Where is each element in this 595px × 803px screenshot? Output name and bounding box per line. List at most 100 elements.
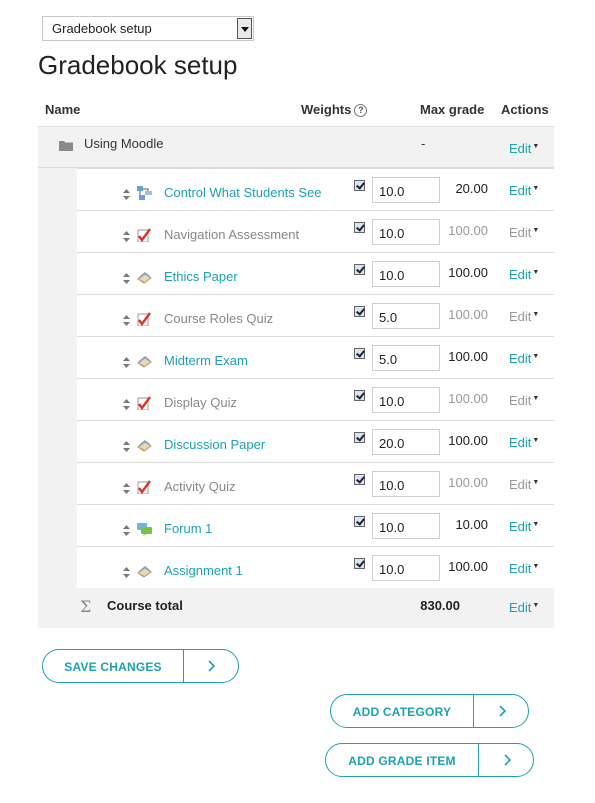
move-icon[interactable] (122, 441, 131, 452)
table-row: Display Quiz 10.0 100.00 Edit▼ (38, 378, 554, 420)
grade-item-name[interactable]: Control What Students See (164, 185, 322, 200)
move-icon[interactable] (122, 231, 131, 242)
chevron-right-icon (208, 660, 216, 672)
caret-down-icon: ▼ (532, 143, 540, 150)
move-icon[interactable] (122, 357, 131, 368)
weight-override-checkbox[interactable] (354, 180, 365, 191)
edit-label[interactable]: Edit (509, 141, 531, 156)
edit-label[interactable]: Edit (509, 519, 531, 534)
edit-menu[interactable]: Edit▼ (509, 183, 539, 198)
gradebook-setup-table: Name Weights? Max grade Actions Using Mo… (38, 96, 554, 628)
edit-menu[interactable]: Edit▼ (509, 477, 539, 492)
edit-label[interactable]: Edit (509, 393, 531, 408)
edit-menu[interactable]: Edit▼ (509, 519, 539, 534)
row-background: Assignment 1 10.0 100.00 Edit▼ (77, 546, 554, 588)
edit-label[interactable]: Edit (509, 267, 531, 282)
edit-menu-category[interactable]: Edit▼ (509, 141, 539, 156)
edit-label[interactable]: Edit (509, 477, 531, 492)
table-header: Name Weights? Max grade Actions (38, 96, 554, 127)
weight-override-checkbox[interactable] (354, 474, 365, 485)
grade-item-name[interactable]: Forum 1 (164, 521, 212, 536)
caret-down-icon: ▼ (532, 437, 540, 444)
assignment-icon (137, 566, 152, 578)
row-background: Navigation Assessment 10.0 100.00 Edit▼ (77, 210, 554, 252)
weight-override-checkbox[interactable] (354, 306, 365, 317)
table-row: Midterm Exam 5.0 100.00 Edit▼ (38, 336, 554, 378)
row-background: Discussion Paper 20.0 100.00 Edit▼ (77, 420, 554, 462)
edit-menu-total[interactable]: Edit▼ (509, 600, 539, 615)
edit-menu[interactable]: Edit▼ (509, 351, 539, 366)
edit-label[interactable]: Edit (509, 561, 531, 576)
edit-menu[interactable]: Edit▼ (509, 225, 539, 240)
grade-item-name: Display Quiz (164, 395, 237, 410)
edit-label[interactable]: Edit (509, 183, 531, 198)
edit-label[interactable]: Edit (509, 225, 531, 240)
lesson-icon (137, 186, 152, 200)
category-max-grade: - (421, 136, 426, 151)
edit-menu[interactable]: Edit▼ (509, 393, 539, 408)
add-grade-item-button[interactable]: ADD GRADE ITEM (325, 743, 534, 777)
max-grade-value: 10.00 (455, 517, 488, 532)
edit-menu[interactable]: Edit▼ (509, 435, 539, 450)
grade-item-name[interactable]: Discussion Paper (164, 437, 265, 452)
table-row: Activity Quiz 10.0 100.00 Edit▼ (38, 462, 554, 504)
weight-override-checkbox[interactable] (354, 222, 365, 233)
row-background: Activity Quiz 10.0 100.00 Edit▼ (77, 462, 554, 504)
move-icon[interactable] (122, 189, 131, 200)
header-max-grade: Max grade (420, 102, 485, 117)
table-row: Ethics Paper 10.0 100.00 Edit▼ (38, 252, 554, 294)
max-grade-value: 100.00 (448, 265, 488, 280)
caret-down-icon: ▼ (532, 563, 540, 570)
save-changes-button[interactable]: SAVE CHANGES (42, 649, 239, 683)
course-total-row: Σ Course total 830.00 Edit▼ (38, 588, 554, 628)
table-row: Assignment 1 10.0 100.00 Edit▼ (38, 546, 554, 588)
caret-down-icon: ▼ (532, 185, 540, 192)
caret-down-icon: ▼ (532, 521, 540, 528)
chevron-right-icon (504, 754, 512, 766)
quiz-icon (137, 480, 151, 494)
caret-down-icon: ▼ (532, 311, 540, 318)
weight-override-checkbox[interactable] (354, 558, 365, 569)
weight-override-checkbox[interactable] (354, 348, 365, 359)
edit-menu[interactable]: Edit▼ (509, 561, 539, 576)
weight-override-checkbox[interactable] (354, 264, 365, 275)
button-divider (478, 743, 479, 777)
select-arrow-icon[interactable] (237, 18, 252, 39)
table-row: Navigation Assessment 10.0 100.00 Edit▼ (38, 210, 554, 252)
grade-item-name[interactable]: Ethics Paper (164, 269, 238, 284)
row-background: Midterm Exam 5.0 100.00 Edit▼ (77, 336, 554, 378)
weight-override-checkbox[interactable] (354, 432, 365, 443)
edit-menu[interactable]: Edit▼ (509, 309, 539, 324)
edit-label[interactable]: Edit (509, 435, 531, 450)
weight-override-checkbox[interactable] (354, 390, 365, 401)
move-icon[interactable] (122, 483, 131, 494)
edit-label[interactable]: Edit (509, 309, 531, 324)
category-name: Using Moodle (84, 136, 164, 151)
add-grade-item-label: ADD GRADE ITEM (348, 754, 456, 768)
caret-down-icon: ▼ (532, 353, 540, 360)
edit-label[interactable]: Edit (509, 600, 531, 615)
caret-down-icon: ▼ (532, 602, 540, 609)
caret-down-icon: ▼ (532, 479, 540, 486)
grade-item-name[interactable]: Assignment 1 (164, 563, 243, 578)
header-actions: Actions (501, 102, 549, 117)
edit-label[interactable]: Edit (509, 351, 531, 366)
help-icon[interactable]: ? (354, 104, 368, 117)
move-icon[interactable] (122, 567, 131, 578)
edit-menu[interactable]: Edit▼ (509, 267, 539, 282)
move-icon[interactable] (122, 525, 131, 536)
row-background: Forum 1 10.0 10.00 Edit▼ (77, 504, 554, 546)
move-icon[interactable] (122, 315, 131, 326)
weight-override-checkbox[interactable] (354, 516, 365, 527)
grade-item-name[interactable]: Midterm Exam (164, 353, 248, 368)
forum-icon (137, 523, 152, 536)
add-category-button[interactable]: ADD CATEGORY (330, 694, 529, 728)
assignment-icon (137, 272, 152, 284)
move-icon[interactable] (122, 399, 131, 410)
header-weights: Weights? (301, 102, 368, 117)
quiz-icon (137, 312, 151, 326)
move-icon[interactable] (122, 273, 131, 284)
course-total-label: Course total (107, 598, 183, 613)
grade-item-name: Course Roles Quiz (164, 311, 274, 326)
gradebook-navigation-select[interactable]: Gradebook setup (42, 16, 254, 41)
